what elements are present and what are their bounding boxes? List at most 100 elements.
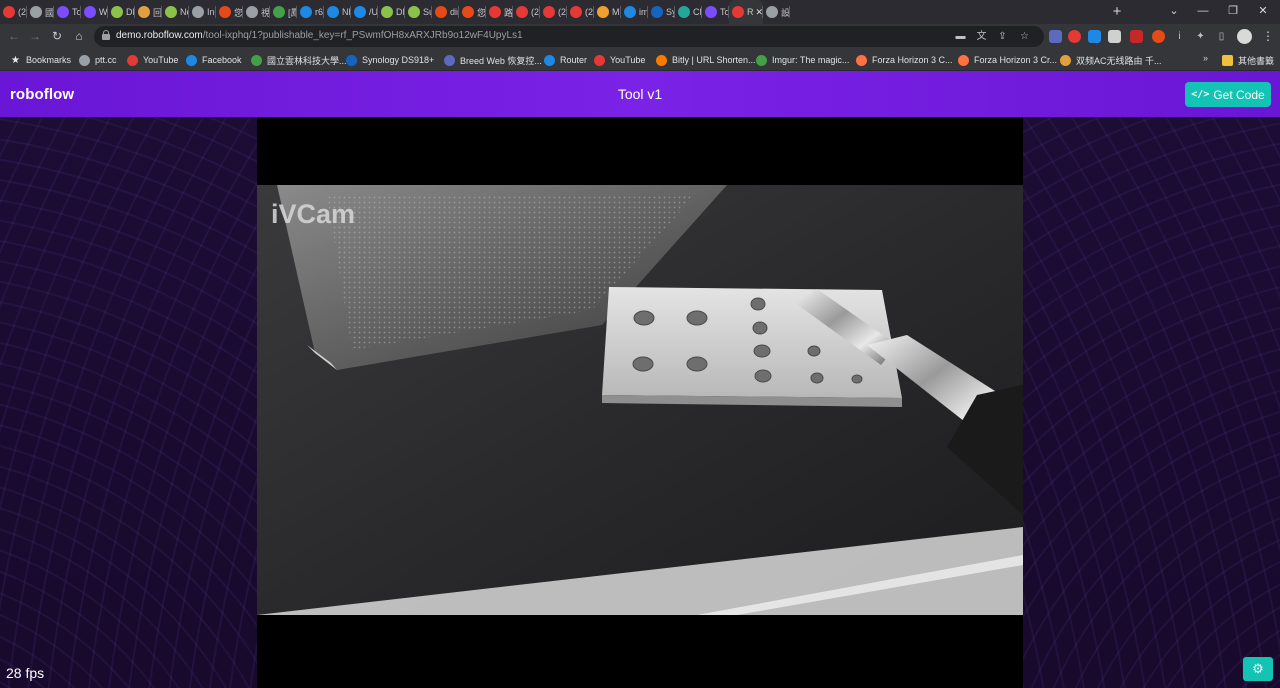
other-bookmarks-folder[interactable]: 其他書籤	[1222, 53, 1274, 67]
browser-tab-active[interactable]: R ✕	[729, 0, 763, 24]
info-icon[interactable]: i	[1173, 30, 1186, 43]
browser-tab[interactable]: dir	[432, 0, 459, 24]
tab-label: NE	[342, 7, 351, 17]
translate-icon[interactable]: 文	[975, 30, 988, 43]
browser-tab[interactable]: DE	[378, 0, 405, 24]
browser-tab[interactable]: Inc	[189, 0, 216, 24]
bookmark-item[interactable]: Forza Horizon 3 C...	[856, 53, 953, 67]
browser-tab[interactable]: Cl	[675, 0, 702, 24]
browser-tab[interactable]: [鳳	[270, 0, 297, 24]
more-bookmarks-icon[interactable]: »	[1203, 53, 1208, 63]
tab-label: To	[72, 7, 81, 17]
minimize-button[interactable]: —	[1192, 3, 1214, 19]
browser-tab[interactable]: (2	[513, 0, 540, 24]
bookmark-item[interactable]: Router	[544, 53, 587, 67]
browser-tab[interactable]: 視	[243, 0, 270, 24]
home-button[interactable]: ⌂	[71, 28, 87, 44]
browser-tab[interactable]: /U	[351, 0, 378, 24]
browser-tab[interactable]: 回Ｉ	[135, 0, 162, 24]
tab-search-button[interactable]: ⌄	[1163, 3, 1185, 19]
tab-label: To	[720, 7, 729, 17]
browser-tab-settings[interactable]: 設	[763, 0, 790, 24]
extension-icon-3[interactable]	[1088, 30, 1101, 43]
camera-icon[interactable]: ▬	[954, 30, 967, 43]
tab-close-icon[interactable]: ✕	[756, 7, 764, 18]
tab-label: (26	[18, 7, 27, 17]
bookmark-item[interactable]: ptt.cc	[79, 53, 117, 67]
bookmark-item[interactable]: Imgur: The magic...	[756, 53, 849, 67]
restore-button[interactable]: ❐	[1222, 3, 1244, 19]
browser-tab[interactable]: To	[702, 0, 729, 24]
bookmark-label: YouTube	[610, 55, 646, 65]
bookmark-favicon-icon	[79, 54, 90, 66]
back-button[interactable]: ←	[6, 28, 22, 44]
browser-tab[interactable]: Su	[405, 0, 432, 24]
browser-tab[interactable]: MI	[594, 0, 621, 24]
tab-list: (26國立ToWDE回ＩNeInc您視[鳳r6lNE/UDESudir您路(2(…	[0, 0, 790, 24]
browser-tab[interactable]: NE	[324, 0, 351, 24]
browser-tab[interactable]: (26	[567, 0, 594, 24]
profile-avatar[interactable]	[1237, 29, 1252, 44]
close-window-button[interactable]: ✕	[1252, 3, 1274, 19]
tab-favicon-icon	[3, 6, 15, 18]
tab-label: R	[747, 7, 754, 17]
tab-label: 您	[234, 7, 243, 18]
tab-favicon-icon	[381, 6, 393, 18]
browser-tab[interactable]: r6l	[297, 0, 324, 24]
fps-counter: 28 fps	[6, 665, 45, 681]
bookmark-label: Forza Horizon 3 Cr...	[974, 55, 1058, 65]
extension-icon-6[interactable]	[1152, 30, 1165, 43]
browser-tab[interactable]: 您	[459, 0, 486, 24]
bookmark-item[interactable]: Synology DS918+	[346, 53, 434, 67]
address-bar[interactable]: demo.roboflow.com/tool-ixphq/1?publishab…	[94, 26, 1044, 47]
tab-favicon-icon	[651, 6, 663, 18]
forward-button[interactable]: →	[27, 28, 43, 44]
page-title: Tool v1	[617, 86, 663, 102]
tab-label: MI	[612, 7, 621, 17]
settings-button[interactable]: ⚙	[1243, 657, 1273, 681]
browser-tab[interactable]: 國立	[27, 0, 54, 24]
tab-favicon-icon	[516, 6, 528, 18]
browser-tab[interactable]: (26	[0, 0, 27, 24]
get-code-button[interactable]: </> Get Code	[1185, 82, 1271, 107]
bookmark-item[interactable]: Forza Horizon 3 Cr...	[958, 53, 1057, 67]
get-code-label: Get Code	[1213, 87, 1265, 102]
bookmark-favicon-icon	[1060, 54, 1071, 66]
bookmark-item[interactable]: 國立雲林科技大學...	[251, 53, 347, 67]
bookmark-item[interactable]: 双频AC无线路由 千...	[1060, 53, 1162, 67]
extensions-puzzle-icon[interactable]: ✦	[1194, 30, 1207, 43]
bookmark-item[interactable]: YouTube	[127, 53, 178, 67]
browser-tab[interactable]: 您	[216, 0, 243, 24]
bookmark-item[interactable]: Facebook	[186, 53, 242, 67]
bookmark-label: Forza Horizon 3 C...	[872, 55, 953, 65]
browser-tab[interactable]: To	[54, 0, 81, 24]
bookmark-label: Synology DS918+	[362, 55, 435, 65]
browser-tab[interactable]: im	[621, 0, 648, 24]
extension-icon-2[interactable]	[1068, 30, 1081, 43]
tab-label: im	[639, 7, 648, 17]
side-panel-icon[interactable]: ▯	[1215, 30, 1228, 43]
browser-tab[interactable]: W	[81, 0, 108, 24]
bookmark-item[interactable]: Bitly | URL Shorten...	[656, 53, 756, 67]
share-icon[interactable]: ⇪	[996, 30, 1009, 43]
browser-tab[interactable]: 路	[486, 0, 513, 24]
tab-favicon-icon	[165, 6, 177, 18]
tab-favicon-icon	[543, 6, 555, 18]
tab-favicon-icon	[624, 6, 636, 18]
reload-button[interactable]: ↻	[49, 28, 65, 44]
browser-tab[interactable]: Sy	[648, 0, 675, 24]
bookmark-item[interactable]: ★ Bookmarks	[10, 53, 71, 67]
extension-icon-4[interactable]	[1108, 30, 1121, 43]
browser-tab[interactable]: Ne	[162, 0, 189, 24]
browser-tab[interactable]: (2(	[540, 0, 567, 24]
tab-favicon-icon	[597, 6, 609, 18]
bookmark-star-icon[interactable]: ☆	[1018, 30, 1031, 43]
bookmark-item[interactable]: Breed Web 恢复控...	[444, 53, 542, 67]
extension-icon-1[interactable]	[1049, 30, 1062, 43]
browser-tab[interactable]: DE	[108, 0, 135, 24]
bookmark-item[interactable]: YouTube	[594, 53, 645, 67]
new-tab-button[interactable]: +	[1108, 3, 1126, 21]
gear-icon	[766, 6, 778, 18]
extension-icon-5[interactable]	[1130, 30, 1143, 43]
browser-menu-icon[interactable]: ⋮	[1262, 29, 1274, 43]
